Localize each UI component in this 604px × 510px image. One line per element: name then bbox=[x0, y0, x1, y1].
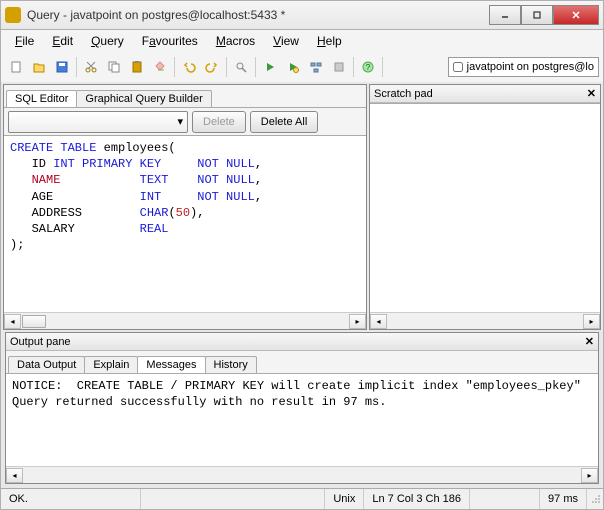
output-hscroll[interactable]: ◂ ▸ bbox=[6, 466, 598, 483]
paste-icon[interactable] bbox=[126, 56, 148, 78]
stop-icon[interactable] bbox=[328, 56, 350, 78]
scratch-title: Scratch pad bbox=[374, 88, 433, 100]
tab-messages[interactable]: Messages bbox=[137, 356, 205, 373]
output-title: Output pane bbox=[10, 336, 71, 348]
execute-pg-icon[interactable] bbox=[282, 56, 304, 78]
svg-text:?: ? bbox=[366, 63, 371, 72]
history-combo[interactable]: ▾ bbox=[8, 111, 188, 133]
menu-favourites[interactable]: Favourites bbox=[134, 32, 206, 50]
scroll-left-icon[interactable]: ◂ bbox=[6, 468, 23, 483]
menu-help[interactable]: Help bbox=[309, 32, 350, 50]
menu-view[interactable]: View bbox=[265, 32, 307, 50]
app-icon bbox=[5, 7, 21, 23]
scroll-right-icon[interactable]: ▸ bbox=[349, 314, 366, 329]
help-icon[interactable]: ? bbox=[357, 56, 379, 78]
tab-history[interactable]: History bbox=[205, 356, 257, 373]
save-icon[interactable] bbox=[51, 56, 73, 78]
maximize-button[interactable] bbox=[521, 5, 553, 25]
scratch-body[interactable] bbox=[370, 103, 600, 312]
editor-hscroll[interactable]: ◂ ▸ bbox=[4, 312, 366, 329]
explain-icon[interactable] bbox=[305, 56, 327, 78]
scratch-hscroll[interactable]: ◂ ▸ bbox=[370, 312, 600, 329]
copy-icon[interactable] bbox=[103, 56, 125, 78]
editor-pane: SQL Editor Graphical Query Builder ▾ Del… bbox=[3, 84, 367, 330]
output-close-icon[interactable]: ✕ bbox=[585, 335, 594, 348]
scroll-right-icon[interactable]: ▸ bbox=[583, 314, 600, 329]
tab-data-output[interactable]: Data Output bbox=[8, 356, 85, 373]
connection-label: javatpoint on postgres@lo bbox=[467, 61, 594, 73]
content-area: SQL Editor Graphical Query Builder ▾ Del… bbox=[0, 82, 604, 332]
menu-macros[interactable]: Macros bbox=[208, 32, 263, 50]
redo-icon[interactable] bbox=[201, 56, 223, 78]
find-icon[interactable] bbox=[230, 56, 252, 78]
output-pane: Output pane ✕ Data Output Explain Messag… bbox=[5, 332, 599, 484]
statusbar: OK. Unix Ln 7 Col 3 Ch 186 97 ms bbox=[0, 488, 604, 510]
status-rows bbox=[470, 489, 540, 509]
execute-icon[interactable] bbox=[259, 56, 281, 78]
editor-tabs: SQL Editor Graphical Query Builder bbox=[4, 85, 366, 107]
chevron-down-icon: ▾ bbox=[177, 115, 183, 128]
menu-edit[interactable]: Edit bbox=[44, 32, 81, 50]
close-button[interactable] bbox=[553, 5, 599, 25]
status-position: Ln 7 Col 3 Ch 186 bbox=[364, 489, 470, 509]
toolbar: ? javatpoint on postgres@lo bbox=[0, 52, 604, 82]
status-eol: Unix bbox=[325, 489, 364, 509]
scratch-header: Scratch pad ✕ bbox=[370, 85, 600, 103]
scroll-thumb[interactable] bbox=[22, 315, 46, 328]
cut-icon[interactable] bbox=[80, 56, 102, 78]
new-icon[interactable] bbox=[5, 56, 27, 78]
status-ok: OK. bbox=[1, 489, 141, 509]
clear-icon[interactable] bbox=[149, 56, 171, 78]
tab-sql-editor[interactable]: SQL Editor bbox=[6, 90, 77, 107]
output-header: Output pane ✕ bbox=[6, 333, 598, 351]
delete-button[interactable]: Delete bbox=[192, 111, 246, 133]
status-time: 97 ms bbox=[540, 489, 587, 509]
undo-icon[interactable] bbox=[178, 56, 200, 78]
menubar: File Edit Query Favourites Macros View H… bbox=[0, 30, 604, 52]
scroll-right-icon[interactable]: ▸ bbox=[581, 468, 598, 483]
minimize-button[interactable] bbox=[489, 5, 521, 25]
output-tabs: Data Output Explain Messages History bbox=[6, 351, 598, 373]
scratch-pane: Scratch pad ✕ ◂ ▸ bbox=[369, 84, 601, 330]
tab-graphical-builder[interactable]: Graphical Query Builder bbox=[76, 90, 211, 107]
menu-file[interactable]: File bbox=[7, 32, 42, 50]
scroll-left-icon[interactable]: ◂ bbox=[370, 314, 387, 329]
output-messages[interactable]: NOTICE: CREATE TABLE / PRIMARY KEY will … bbox=[6, 373, 598, 466]
delete-all-button[interactable]: Delete All bbox=[250, 111, 318, 133]
editor-toolbar: ▾ Delete Delete All bbox=[4, 107, 366, 135]
connection-combo[interactable]: javatpoint on postgres@lo bbox=[448, 57, 599, 77]
scratch-close-icon[interactable]: ✕ bbox=[587, 87, 596, 100]
scroll-left-icon[interactable]: ◂ bbox=[4, 314, 21, 329]
connection-checkbox[interactable] bbox=[453, 62, 463, 72]
window-titlebar: Query - javatpoint on postgres@localhost… bbox=[0, 0, 604, 30]
window-title: Query - javatpoint on postgres@localhost… bbox=[27, 8, 489, 22]
tab-explain[interactable]: Explain bbox=[84, 356, 138, 373]
sql-editor[interactable]: CREATE TABLE employees( ID INT PRIMARY K… bbox=[4, 135, 366, 312]
open-icon[interactable] bbox=[28, 56, 50, 78]
menu-query[interactable]: Query bbox=[83, 32, 132, 50]
